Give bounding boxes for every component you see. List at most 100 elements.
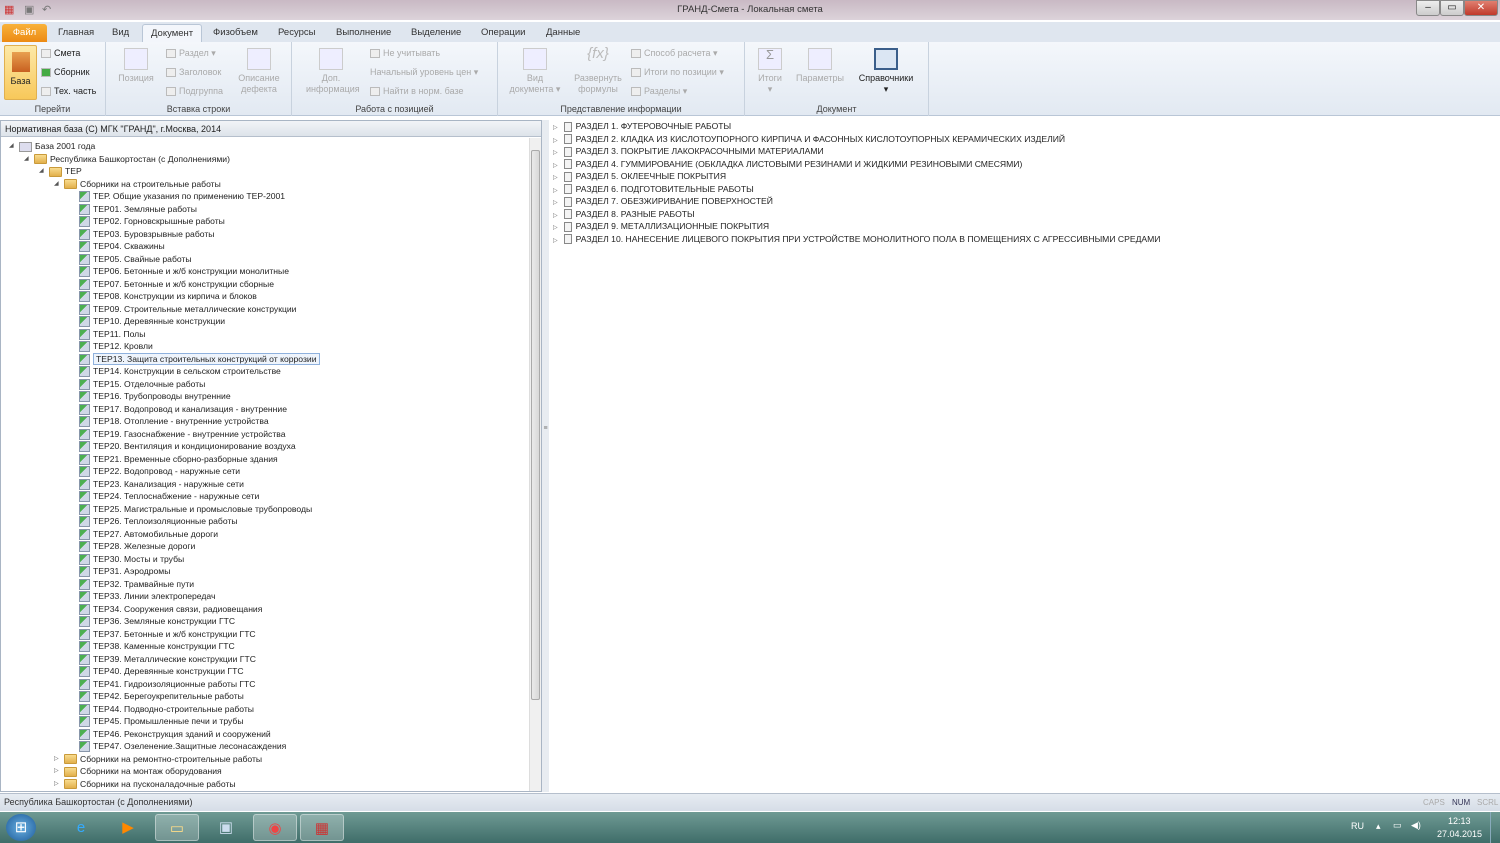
tree-item-collection[interactable]: ТЕР37. Бетонные и ж/б конструкции ГТС (79, 628, 256, 641)
calc-method-button[interactable]: Способ расчета ▾ (631, 48, 718, 59)
tree-item-collection[interactable]: ТЕР28. Железные дороги (79, 540, 195, 553)
tree-item-collection[interactable]: ТЕР13. Защита строительных конструкций о… (79, 352, 320, 366)
tree-item-collection[interactable]: ТЕР15. Отделочные работы (79, 378, 205, 391)
tree-item-collection[interactable]: ТЕР. Общие указания по применению ТЕР-20… (79, 190, 285, 203)
tree-item-collection[interactable]: ТЕР36. Земляные конструкции ГТС (79, 615, 235, 628)
panel-splitter[interactable]: ≡ (542, 120, 549, 792)
tree-item-collection[interactable]: ТЕР08. Конструкции из кирпича и блоков (79, 290, 257, 303)
minimize-button[interactable]: – (1416, 0, 1440, 16)
collapse-arrow-icon[interactable]: ◢ (9, 140, 14, 152)
tree-item-collection[interactable]: ТЕР40. Деревянные конструкции ГТС (79, 665, 244, 678)
maximize-button[interactable]: ▭ (1440, 0, 1464, 16)
tab-physvolume[interactable]: Физобъем (205, 24, 266, 42)
expand-arrow-icon[interactable]: ▷ (553, 175, 558, 181)
network-icon[interactable]: ▣ (204, 814, 248, 841)
tree-item-collection[interactable]: ТЕР19. Газоснабжение - внутренние устрой… (79, 428, 286, 441)
ignore-button[interactable]: Не учитывать (370, 48, 440, 59)
tab-view[interactable]: Вид (104, 24, 137, 42)
tree-node[interactable]: ▷ Сборники на монтаж оборудования (54, 765, 222, 778)
tree-item-collection[interactable]: ТЕР03. Буровзрывные работы (79, 228, 214, 241)
section-row[interactable]: ▷ РАЗДЕЛ 7. ОБЕЗЖИРИВАНИЕ ПОВЕРХНОСТЕЙ (553, 195, 773, 208)
tab-selection[interactable]: Выделение (403, 24, 469, 42)
tree-node[interactable]: ◢ Республика Башкортостан (с Дополнениями… (24, 153, 230, 166)
section-row[interactable]: ▷ РАЗДЕЛ 1. ФУТЕРОВОЧНЫЕ РАБОТЫ (553, 120, 731, 133)
tech-part-button[interactable]: Тех. часть (41, 86, 96, 97)
expand-arrow-icon[interactable]: ▷ (553, 225, 558, 231)
tree-item-collection[interactable]: ТЕР30. Мосты и трубы (79, 553, 184, 566)
tree-item-collection[interactable]: ТЕР44. Подводно-строительные работы (79, 703, 254, 716)
expand-arrow-icon[interactable]: ▷ (54, 753, 59, 765)
collapse-arrow-icon[interactable]: ◢ (39, 165, 44, 177)
tree-node[interactable]: ▷ Сборники на пусконаладочные работы (54, 778, 236, 791)
clock-time[interactable]: 12:13 (1448, 816, 1471, 826)
tab-file[interactable]: Файл (2, 24, 47, 42)
tree-node[interactable]: ◢ Сборники на строительные работы (54, 178, 221, 191)
scroll-thumb[interactable] (531, 150, 540, 700)
tree-item-collection[interactable]: ТЕР47. Озеленение.Защитные лесонасаждени… (79, 740, 286, 753)
tree-item-collection[interactable]: ТЕР33. Линии электропередач (79, 590, 215, 603)
collapse-arrow-icon[interactable]: ◢ (24, 153, 29, 165)
tree-item-collection[interactable]: ТЕР17. Водопровод и канализация - внутре… (79, 403, 287, 416)
tab-operations[interactable]: Операции (473, 24, 533, 42)
tree-item-collection[interactable]: ТЕР41. Гидроизоляционные работы ГТС (79, 678, 256, 691)
zagolovok-button[interactable]: Заголовок (166, 67, 221, 78)
tab-execution[interactable]: Выполнение (328, 24, 399, 42)
expand-arrow-icon[interactable]: ▷ (553, 150, 558, 156)
expand-arrow-icon[interactable]: ▷ (54, 778, 59, 790)
tree-node[interactable]: ◢ ТЕР (39, 165, 82, 178)
position-totals-button[interactable]: Итоги по позиции ▾ (631, 67, 724, 78)
tree-item-collection[interactable]: ТЕР09. Строительные металлические констр… (79, 303, 296, 316)
tree-item-collection[interactable]: ТЕР34. Сооружения связи, радиовещания (79, 603, 262, 616)
expand-arrow-icon[interactable]: ▷ (54, 765, 59, 777)
tree-item-collection[interactable]: ТЕР12. Кровли (79, 340, 153, 353)
close-button[interactable]: ✕ (1464, 0, 1498, 16)
razdel-button[interactable]: Раздел ▾ (166, 48, 216, 59)
find-in-base-button[interactable]: Найти в норм. базе (370, 86, 464, 97)
tree-item-collection[interactable]: ТЕР10. Деревянные конструкции (79, 315, 225, 328)
sections-button[interactable]: Разделы ▾ (631, 86, 687, 97)
expand-arrow-icon[interactable]: ▷ (553, 213, 558, 219)
tab-home[interactable]: Главная (50, 24, 102, 42)
tree-item-collection[interactable]: ТЕР11. Полы (79, 328, 145, 341)
network-tray-icon[interactable]: ▭ (1393, 820, 1402, 831)
expand-arrow-icon[interactable]: ▷ (553, 200, 558, 206)
expand-arrow-icon[interactable]: ▷ (553, 238, 558, 244)
tree-item-collection[interactable]: ТЕР25. Магистральные и промысловые трубо… (79, 503, 312, 516)
start-button[interactable]: ⊞ (6, 814, 36, 841)
tree-item-collection[interactable]: ТЕР14. Конструкции в сельском строительс… (79, 365, 281, 378)
section-row[interactable]: ▷ РАЗДЕЛ 5. ОКЛЕЕЧНЫЕ ПОКРЫТИЯ (553, 170, 726, 183)
tree-item-collection[interactable]: ТЕР07. Бетонные и ж/б конструкции сборны… (79, 278, 274, 291)
tree-item-collection[interactable]: ТЕР04. Скважины (79, 240, 165, 253)
language-indicator[interactable]: RU (1351, 821, 1364, 831)
tree-item-collection[interactable]: ТЕР06. Бетонные и ж/б конструкции моноли… (79, 265, 289, 278)
tree-item-collection[interactable]: ТЕР01. Земляные работы (79, 203, 197, 216)
totals-button[interactable]: Σ Итоги ▾ (753, 48, 787, 95)
tab-data[interactable]: Данные (538, 24, 588, 42)
section-row[interactable]: ▷ РАЗДЕЛ 6. ПОДГОТОВИТЕЛЬНЫЕ РАБОТЫ (553, 183, 754, 196)
tree-item-collection[interactable]: ТЕР20. Вентиляция и кондиционирование во… (79, 440, 296, 453)
price-level-dropdown[interactable]: Начальный уровень цен ▾ (370, 67, 478, 78)
section-row[interactable]: ▷ РАЗДЕЛ 10. НАНЕСЕНИЕ ЛИЦЕВОГО ПОКРЫТИЯ … (553, 233, 1160, 246)
tree-item-collection[interactable]: ТЕР24. Теплоснабжение - наружные сети (79, 490, 259, 503)
tree-item-collection[interactable]: ТЕР45. Промышленные печи и трубы (79, 715, 244, 728)
show-desktop-button[interactable] (1490, 812, 1500, 843)
tree-item-collection[interactable]: ТЕР39. Металлические конструкции ГТС (79, 653, 256, 666)
section-row[interactable]: ▷ РАЗДЕЛ 3. ПОКРЫТИЕ ЛАКОКРАСОЧНЫМИ МАТЕР… (553, 145, 824, 158)
tree-item-collection[interactable]: ТЕР26. Теплоизоляционные работы (79, 515, 238, 528)
expand-arrow-icon[interactable]: ▷ (553, 125, 558, 131)
tree-scrollbar[interactable] (529, 138, 541, 791)
collapse-arrow-icon[interactable]: ◢ (54, 178, 59, 190)
defect-description-button[interactable]: Описание дефекта (234, 48, 284, 95)
tree-item-collection[interactable]: ТЕР31. Аэродромы (79, 565, 170, 578)
reference-books-button[interactable]: Справочники ▾ (853, 48, 919, 95)
volume-icon[interactable]: ◀) (1411, 820, 1421, 831)
explorer-icon[interactable]: ▭ (155, 814, 199, 841)
tree-item-collection[interactable]: ТЕР18. Отопление - внутренние устройства (79, 415, 269, 428)
position-button[interactable]: Позиция (116, 48, 156, 84)
doc-view-button[interactable]: Вид документа ▾ (504, 48, 566, 95)
dop-info-button[interactable]: Доп. информация (306, 48, 360, 95)
tab-resources[interactable]: Ресурсы (270, 24, 323, 42)
tree-item-collection[interactable]: ТЕР05. Свайные работы (79, 253, 192, 266)
tree-item-collection[interactable]: ТЕР02. Горновскрышные работы (79, 215, 225, 228)
media-player-icon[interactable]: ▶ (106, 814, 150, 841)
